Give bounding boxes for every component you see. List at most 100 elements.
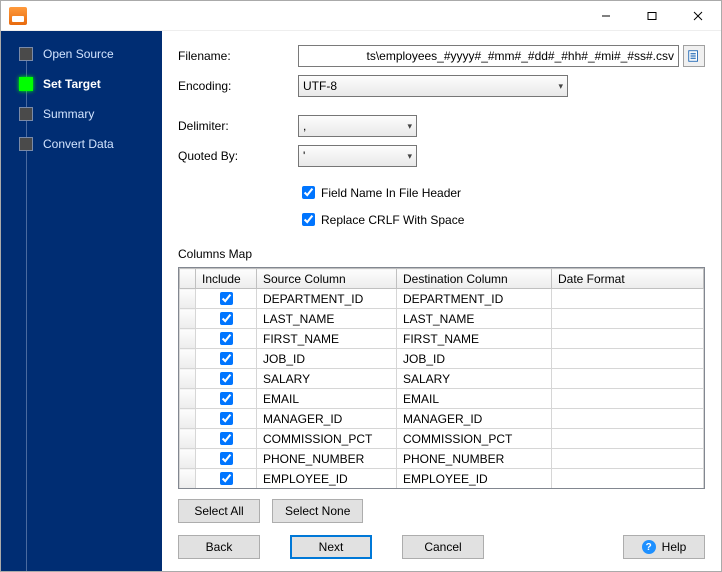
dateformat-cell[interactable] (552, 349, 704, 369)
row-gutter (180, 349, 196, 369)
dateformat-cell[interactable] (552, 429, 704, 449)
dateformat-cell[interactable] (552, 449, 704, 469)
include-checkbox[interactable] (220, 372, 233, 385)
destination-cell[interactable]: JOB_ID (397, 349, 552, 369)
include-checkbox[interactable] (220, 472, 233, 485)
include-checkbox[interactable] (220, 292, 233, 305)
destination-cell[interactable]: MANAGER_ID (397, 409, 552, 429)
row-gutter (180, 329, 196, 349)
quotedby-label: Quoted By: (178, 149, 298, 163)
source-cell[interactable]: PHONE_NUMBER (257, 449, 397, 469)
destination-header[interactable]: Destination Column (397, 269, 552, 289)
row-gutter (180, 489, 196, 490)
main-panel: Filename: Encoding: UTF-8 ▾ Delimiter: (162, 31, 721, 571)
destination-cell[interactable]: HIRE_DATE (397, 489, 552, 490)
source-cell[interactable]: MANAGER_ID (257, 409, 397, 429)
select-all-button[interactable]: Select All (178, 499, 260, 523)
table-row[interactable]: EMAILEMAIL (180, 389, 704, 409)
include-checkbox[interactable] (220, 312, 233, 325)
chevron-down-icon: ▾ (407, 121, 412, 132)
include-header[interactable]: Include (196, 269, 257, 289)
row-gutter (180, 449, 196, 469)
step-marker-icon (19, 137, 33, 151)
table-row[interactable]: EMPLOYEE_IDEMPLOYEE_ID (180, 469, 704, 489)
step-summary[interactable]: Summary (1, 99, 162, 129)
delimiter-label: Delimiter: (178, 119, 298, 133)
destination-cell[interactable]: EMPLOYEE_ID (397, 469, 552, 489)
filename-label: Filename: (178, 49, 298, 63)
dateformat-cell[interactable] (552, 469, 704, 489)
step-set-target[interactable]: Set Target (1, 69, 162, 99)
close-button[interactable] (675, 1, 721, 31)
table-row[interactable]: LAST_NAMELAST_NAME (180, 309, 704, 329)
dateformat-cell[interactable] (552, 409, 704, 429)
help-button[interactable]: ? Help (623, 535, 705, 559)
maximize-button[interactable] (629, 1, 675, 31)
field-name-header-checkbox[interactable] (302, 186, 315, 199)
table-row[interactable]: MANAGER_IDMANAGER_ID (180, 409, 704, 429)
encoding-combobox[interactable]: UTF-8 ▾ (298, 75, 568, 97)
row-gutter (180, 309, 196, 329)
next-button[interactable]: Next (290, 535, 372, 559)
destination-cell[interactable]: PHONE_NUMBER (397, 449, 552, 469)
table-row[interactable]: DEPARTMENT_IDDEPARTMENT_ID (180, 289, 704, 309)
destination-cell[interactable]: FIRST_NAME (397, 329, 552, 349)
delimiter-combobox[interactable]: , ▾ (298, 115, 417, 137)
source-cell[interactable]: LAST_NAME (257, 309, 397, 329)
browse-file-button[interactable] (683, 45, 705, 67)
source-cell[interactable]: FIRST_NAME (257, 329, 397, 349)
back-button[interactable]: Back (178, 535, 260, 559)
source-cell[interactable]: SALARY (257, 369, 397, 389)
destination-cell[interactable]: LAST_NAME (397, 309, 552, 329)
columns-map-table-wrap[interactable]: Include Source Column Destination Column… (178, 267, 705, 489)
row-gutter (180, 389, 196, 409)
table-row[interactable]: PHONE_NUMBERPHONE_NUMBER (180, 449, 704, 469)
dateformat-cell[interactable] (552, 329, 704, 349)
filename-field[interactable] (298, 45, 679, 67)
step-label: Set Target (43, 77, 101, 91)
include-checkbox[interactable] (220, 412, 233, 425)
dateformat-header[interactable]: Date Format (552, 269, 704, 289)
replace-crlf-checkbox[interactable] (302, 213, 315, 226)
source-cell[interactable]: DEPARTMENT_ID (257, 289, 397, 309)
source-cell[interactable]: EMAIL (257, 389, 397, 409)
destination-cell[interactable]: DEPARTMENT_ID (397, 289, 552, 309)
table-row[interactable]: SALARYSALARY (180, 369, 704, 389)
quotedby-combobox[interactable]: ' ▾ (298, 145, 417, 167)
step-open-source[interactable]: Open Source (1, 39, 162, 69)
dateformat-cell[interactable]: mm/dd/yyyy (552, 489, 704, 490)
select-none-button[interactable]: Select None (272, 499, 363, 523)
dateformat-cell[interactable] (552, 289, 704, 309)
table-row[interactable]: FIRST_NAMEFIRST_NAME (180, 329, 704, 349)
replace-crlf-label: Replace CRLF With Space (321, 213, 464, 227)
destination-cell[interactable]: SALARY (397, 369, 552, 389)
dateformat-cell[interactable] (552, 389, 704, 409)
step-marker-icon (19, 77, 33, 91)
dateformat-cell[interactable] (552, 309, 704, 329)
cancel-button[interactable]: Cancel (402, 535, 484, 559)
destination-cell[interactable]: EMAIL (397, 389, 552, 409)
table-row[interactable]: COMMISSION_PCTCOMMISSION_PCT (180, 429, 704, 449)
row-gutter (180, 429, 196, 449)
source-cell[interactable]: HIRE_DATE (257, 489, 397, 490)
source-cell[interactable]: JOB_ID (257, 349, 397, 369)
row-gutter (180, 369, 196, 389)
include-checkbox[interactable] (220, 452, 233, 465)
minimize-button[interactable] (583, 1, 629, 31)
table-row[interactable]: JOB_IDJOB_ID (180, 349, 704, 369)
table-row[interactable]: HIRE_DATEHIRE_DATEmm/dd/yyyy (180, 489, 704, 490)
step-convert-data[interactable]: Convert Data (1, 129, 162, 159)
source-header[interactable]: Source Column (257, 269, 397, 289)
row-gutter (180, 469, 196, 489)
dateformat-cell[interactable] (552, 369, 704, 389)
include-checkbox[interactable] (220, 332, 233, 345)
source-cell[interactable]: EMPLOYEE_ID (257, 469, 397, 489)
source-cell[interactable]: COMMISSION_PCT (257, 429, 397, 449)
include-checkbox[interactable] (220, 352, 233, 365)
help-icon: ? (642, 540, 656, 554)
destination-cell[interactable]: COMMISSION_PCT (397, 429, 552, 449)
include-checkbox[interactable] (220, 392, 233, 405)
include-checkbox[interactable] (220, 432, 233, 445)
columns-map-title: Columns Map (178, 247, 705, 261)
row-gutter (180, 289, 196, 309)
